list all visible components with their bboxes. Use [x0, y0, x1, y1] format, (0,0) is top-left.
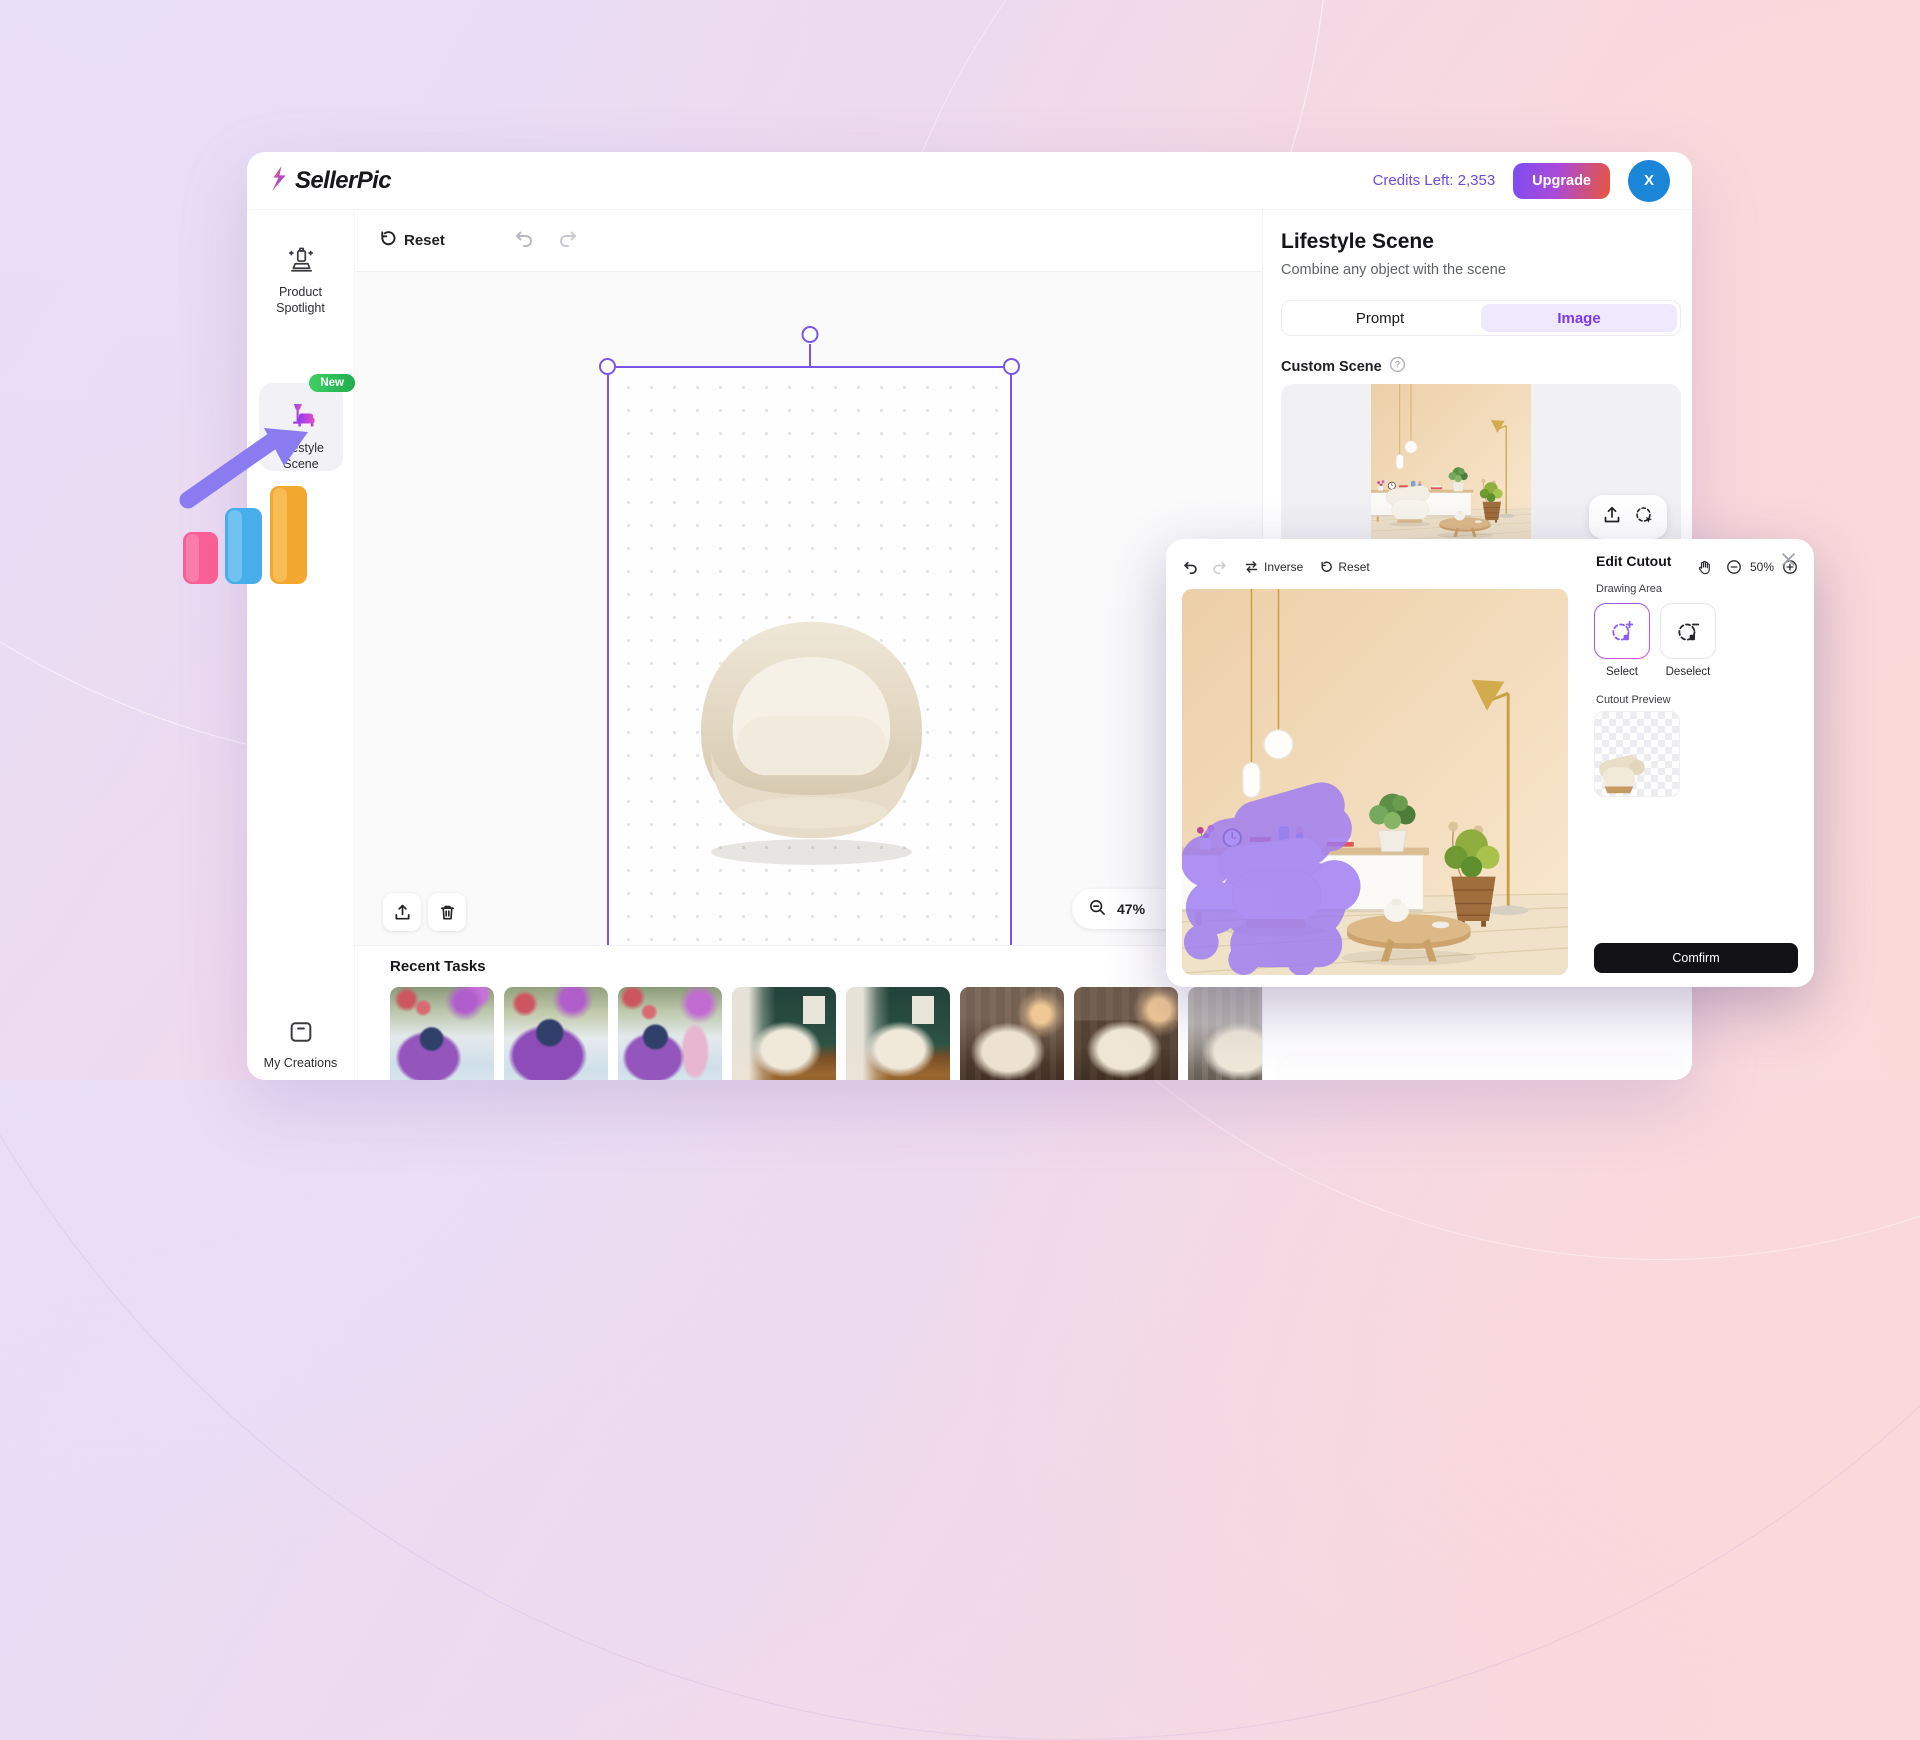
resize-handle-top-right[interactable] — [1003, 358, 1020, 375]
edit-cutout-modal: Inverse Reset 50% — [1166, 539, 1814, 987]
sidebar-item-my-creations[interactable]: My Creations — [247, 1019, 354, 1072]
upload-icon — [393, 903, 412, 922]
cutout-preview-label: Cutout Preview — [1596, 694, 1671, 706]
new-badge: New — [309, 374, 355, 392]
rotate-handle[interactable] — [801, 326, 818, 343]
trash-icon — [438, 903, 457, 922]
rotate-handle-stem — [809, 344, 811, 368]
task-thumbnail-purple-mug-blueberries-2[interactable] — [504, 987, 608, 1080]
deselect-label: Deselect — [1660, 666, 1716, 678]
undo-icon[interactable] — [513, 229, 535, 252]
mask-reset-button[interactable]: Reset — [1319, 560, 1369, 574]
reset-icon — [1319, 560, 1333, 574]
zoom-out-icon[interactable] — [1726, 559, 1742, 575]
tab-image[interactable]: Image — [1481, 304, 1677, 332]
redo-icon[interactable] — [1211, 560, 1228, 574]
help-icon[interactable]: ? — [1389, 356, 1406, 378]
task-thumbnail-armchair-green-room-1[interactable] — [732, 987, 836, 1080]
recent-tasks-list — [355, 975, 1262, 1080]
brand-name: SellerPic — [295, 167, 391, 195]
inverse-label: Inverse — [1264, 560, 1303, 574]
sidebar-item-label: Lifestyle Scene — [278, 441, 324, 472]
selection-bounding-box[interactable] — [607, 366, 1012, 975]
task-thumbnail-armchair-gray-room[interactable] — [1188, 987, 1262, 1080]
sidebar-item-product-spotlight[interactable]: Product Spotlight — [247, 246, 354, 316]
modal-title: Edit Cutout — [1596, 553, 1671, 569]
task-thumbnail-purple-mug-blueberries-3[interactable] — [618, 987, 722, 1080]
task-thumbnail-armchair-dark-room-1[interactable] — [960, 987, 1064, 1080]
tab-prompt[interactable]: Prompt — [1282, 301, 1478, 335]
task-thumbnail-armchair-green-room-2[interactable] — [846, 987, 950, 1080]
recent-tasks-title: Recent Tasks — [390, 958, 486, 975]
cutout-preview-thumbnail — [1594, 711, 1680, 797]
select-tool-button[interactable] — [1594, 603, 1650, 659]
select-lasso-icon — [1609, 618, 1635, 644]
scene-actions — [1589, 495, 1667, 539]
task-thumbnail-armchair-dark-room-2[interactable] — [1074, 987, 1178, 1080]
zoom-level: 47% — [1117, 901, 1145, 917]
deselect-lasso-icon — [1675, 618, 1701, 644]
zoom-out-icon[interactable] — [1088, 898, 1107, 920]
sidebar-item-label: My Creations — [264, 1056, 338, 1072]
recent-tasks-section: Recent Tasks View All — [355, 945, 1262, 1080]
product-spotlight-icon — [286, 246, 316, 279]
resize-handle-top-left[interactable] — [599, 358, 616, 375]
lightning-bolt-icon — [269, 165, 288, 197]
mask-zoom-level: 50% — [1750, 560, 1774, 574]
product-image-armchair[interactable] — [654, 568, 969, 888]
panel-section-card — [1281, 1056, 1681, 1080]
deselect-tool-button[interactable] — [1660, 603, 1716, 659]
lasso-select-icon[interactable] — [1634, 505, 1654, 530]
credits-left-text: Credits Left: 2,353 — [1373, 172, 1496, 189]
upload-icon[interactable] — [1602, 505, 1622, 530]
mode-tabs: Prompt Image — [1281, 300, 1681, 336]
select-label: Select — [1594, 666, 1650, 678]
drawing-area-label: Drawing Area — [1596, 583, 1662, 595]
my-creations-box-icon — [287, 1019, 315, 1050]
panel-title: Lifestyle Scene — [1281, 230, 1434, 254]
reset-label: Reset — [1338, 560, 1369, 574]
lifestyle-scene-icon — [285, 401, 317, 436]
panel-subtitle: Combine any object with the scene — [1281, 262, 1506, 278]
pan-hand-icon[interactable] — [1696, 559, 1712, 575]
svg-text:?: ? — [1395, 360, 1400, 370]
reset-icon — [378, 229, 397, 252]
upgrade-button[interactable]: Upgrade — [1513, 163, 1610, 199]
sidebar-item-lifestyle-scene[interactable]: New Lifestyle Scene — [259, 383, 343, 471]
reset-button[interactable]: Reset — [378, 229, 445, 252]
custom-scene-label: Custom Scene — [1281, 359, 1382, 375]
delete-button[interactable] — [428, 893, 466, 931]
confirm-button[interactable]: Comfirm — [1594, 943, 1798, 973]
upload-button[interactable] — [383, 893, 421, 931]
inverse-icon — [1244, 560, 1259, 574]
avatar[interactable]: X — [1628, 160, 1670, 202]
redo-icon[interactable] — [557, 229, 579, 252]
inverse-button[interactable]: Inverse — [1244, 560, 1303, 574]
cutout-editing-canvas[interactable] — [1182, 589, 1568, 975]
header: SellerPic Credits Left: 2,353 Upgrade X — [247, 152, 1692, 210]
undo-icon[interactable] — [1182, 560, 1199, 574]
close-icon[interactable] — [1781, 552, 1796, 572]
canvas-toolbar: Reset — [355, 210, 1262, 272]
custom-scene-image[interactable] — [1371, 384, 1531, 541]
reset-label: Reset — [404, 232, 445, 249]
editor-main-area: Reset — [355, 210, 1262, 1080]
editor-canvas[interactable]: 47% — [355, 272, 1262, 945]
brand-logo[interactable]: SellerPic — [269, 165, 391, 197]
sidebar-item-label: Product Spotlight — [276, 285, 325, 316]
sidebar: Product Spotlight New Lifestyle Scene — [247, 210, 355, 1080]
task-thumbnail-purple-mug-blueberries-1[interactable] — [390, 987, 494, 1080]
